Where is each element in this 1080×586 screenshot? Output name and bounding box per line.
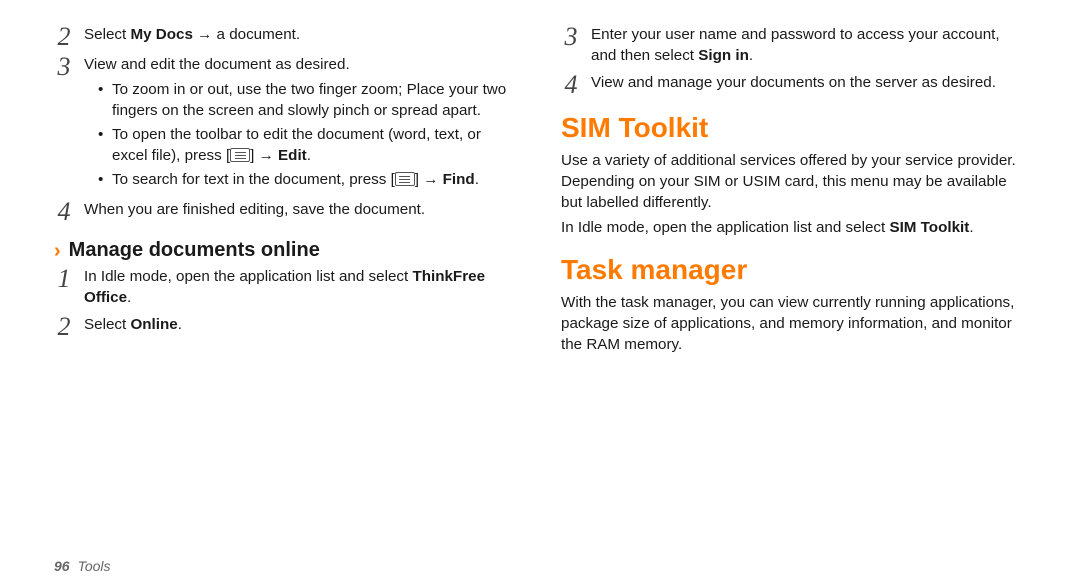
step-number: 2 — [54, 24, 74, 48]
list-item: • To open the toolbar to edit the docume… — [84, 124, 519, 166]
bullet-dot: • — [98, 124, 106, 166]
step-text: Select Online. — [84, 314, 519, 335]
text: Enter your user name and password to acc… — [591, 26, 1000, 64]
bullet-dot: • — [98, 79, 106, 121]
step-text: Enter your user name and password to acc… — [591, 24, 1026, 66]
paragraph: Use a variety of additional services off… — [561, 150, 1026, 213]
section-heading-sim-toolkit: SIM Toolkit — [561, 112, 1026, 144]
text: To search for text in the document, pres… — [112, 169, 519, 190]
text: View and edit the document as desired. — [84, 54, 519, 75]
text: . — [307, 147, 311, 164]
text: . — [475, 171, 479, 188]
columns: 2 Select My Docs → a document. 3 View an… — [54, 24, 1026, 552]
text-bold: SIM Toolkit — [889, 219, 969, 236]
text: → a document. — [193, 26, 300, 43]
step-text: Select My Docs → a document. — [84, 24, 519, 45]
list-item: 4 When you are finished editing, save th… — [54, 199, 519, 223]
right-column: 3 Enter your user name and password to a… — [561, 24, 1026, 552]
menu-icon — [395, 172, 415, 186]
list-item: 4 View and manage your documents on the … — [561, 72, 1026, 96]
text-bold: Online — [130, 316, 177, 333]
page-number: 96 — [54, 558, 70, 574]
step-text: When you are finished editing, save the … — [84, 199, 519, 220]
menu-icon — [230, 148, 250, 162]
text: ] → — [415, 171, 443, 188]
text-bold: Sign in — [698, 47, 749, 64]
list-item: 1 In Idle mode, open the application lis… — [54, 266, 519, 308]
chevron-right-icon: › — [54, 241, 61, 261]
bullet-list: • To zoom in or out, use the two finger … — [84, 79, 519, 190]
text: To search for text in the document, pres… — [112, 171, 395, 188]
text: To open the toolbar to edit the document… — [112, 124, 519, 166]
list-item: • To zoom in or out, use the two finger … — [84, 79, 519, 121]
text: . — [969, 219, 973, 236]
step-number: 1 — [54, 266, 74, 290]
paragraph: In Idle mode, open the application list … — [561, 217, 1026, 238]
text-bold: Find — [443, 171, 475, 188]
text-bold: Edit — [278, 147, 307, 164]
text: . — [178, 316, 182, 333]
step-number: 2 — [54, 314, 74, 338]
text: To zoom in or out, use the two finger zo… — [112, 79, 519, 121]
text: . — [749, 47, 753, 64]
left-column: 2 Select My Docs → a document. 3 View an… — [54, 24, 519, 552]
text: Select — [84, 316, 130, 333]
step-number: 4 — [54, 199, 74, 223]
text-bold: My Docs — [130, 26, 192, 43]
step-text: View and edit the document as desired. •… — [84, 54, 519, 193]
text: In Idle mode, open the application list … — [84, 268, 412, 285]
text: ] → — [250, 147, 278, 164]
list-item: 3 View and edit the document as desired.… — [54, 54, 519, 193]
list-item: 2 Select My Docs → a document. — [54, 24, 519, 48]
section-label: Tools — [78, 558, 111, 574]
step-number: 3 — [561, 24, 581, 48]
list-item: • To search for text in the document, pr… — [84, 169, 519, 190]
subheading: › Manage documents online — [54, 239, 519, 262]
text: In Idle mode, open the application list … — [561, 219, 889, 236]
step-number: 4 — [561, 72, 581, 96]
section-heading-task-manager: Task manager — [561, 254, 1026, 286]
bullet-dot: • — [98, 169, 106, 190]
footer: 96 Tools — [54, 552, 1026, 574]
step-number: 3 — [54, 54, 74, 78]
text: . — [127, 289, 131, 306]
list-item: 2 Select Online. — [54, 314, 519, 338]
step-text: In Idle mode, open the application list … — [84, 266, 519, 308]
page: 2 Select My Docs → a document. 3 View an… — [0, 0, 1080, 586]
paragraph: With the task manager, you can view curr… — [561, 292, 1026, 355]
text: Select — [84, 26, 130, 43]
step-text: View and manage your documents on the se… — [591, 72, 1026, 93]
subheading-text: Manage documents online — [69, 239, 320, 262]
list-item: 3 Enter your user name and password to a… — [561, 24, 1026, 66]
